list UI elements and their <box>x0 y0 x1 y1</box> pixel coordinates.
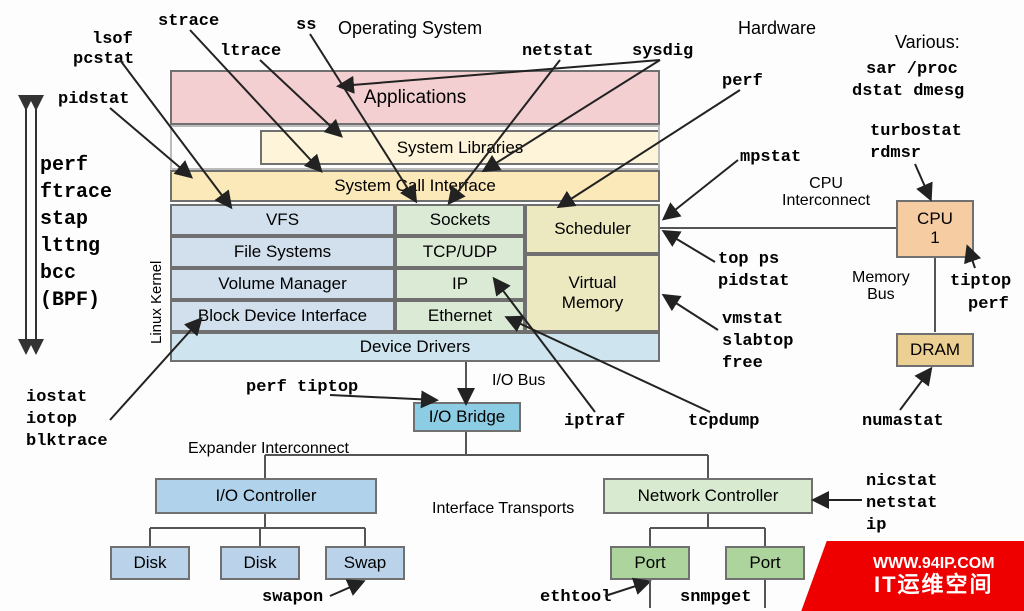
watermark-site: WWW.94IP.COM <box>873 555 995 573</box>
tool-strace: strace <box>158 12 219 31</box>
tcp-udp: TCP/UDP <box>395 236 525 268</box>
io-bus: I/O Bus <box>492 372 545 390</box>
watermark-cn: IT运维空间 <box>873 573 995 597</box>
os-heading: Operating System <box>338 18 482 39</box>
tool-tiptop: tiptop <box>950 272 1011 291</box>
tool-slabtop: slabtop <box>722 332 793 351</box>
tool-tcpdump: tcpdump <box>688 412 759 431</box>
network-controller: Network Controller <box>603 478 813 514</box>
applications-layer: Applications <box>170 70 660 125</box>
tool-perf-tiptop: perf tiptop <box>246 378 358 397</box>
tool-ethtool: ethtool <box>540 588 611 607</box>
vfs: VFS <box>170 204 395 236</box>
virtual-memory: Virtual Memory <box>525 254 660 332</box>
tool-top-ps: top ps <box>718 250 779 269</box>
scheduler: Scheduler <box>525 204 660 254</box>
tool-ss: ss <box>296 16 316 35</box>
io-bridge: I/O Bridge <box>413 402 521 432</box>
tool-ip2: ip <box>866 516 886 535</box>
port-2: Port <box>725 546 805 580</box>
interface-transports: Interface Transports <box>432 500 574 518</box>
tool-vmstat: vmstat <box>722 310 783 329</box>
hardware-heading: Hardware <box>738 18 816 39</box>
tool-perf2: perf <box>968 295 1009 314</box>
tool-snmpget: snmpget <box>680 588 751 607</box>
tool-swapon: swapon <box>262 588 323 607</box>
tool-numastat: numastat <box>862 412 944 431</box>
dram-box: DRAM <box>896 333 974 367</box>
tool-free: free <box>722 354 763 373</box>
ethernet: Ethernet <box>395 300 525 332</box>
tool-iotop: iotop <box>26 410 77 429</box>
tool-iptraf: iptraf <box>564 412 625 431</box>
tool-dstat-dmesg: dstat dmesg <box>852 82 964 101</box>
tool-blktrace: blktrace <box>26 432 108 451</box>
tool-pcstat: pcstat <box>73 50 134 69</box>
cpu-box: CPU 1 <box>896 200 974 258</box>
sockets: Sockets <box>395 204 525 236</box>
tool-turbostat: turbostat <box>870 122 962 141</box>
cpu-interconnect: CPU Interconnect <box>782 176 870 210</box>
tool-sysdig: sysdig <box>632 42 693 61</box>
syslib-outer <box>170 125 660 170</box>
tool-group: perf ftrace stap lttng bcc (BPF) <box>40 152 112 314</box>
expander: Expander Interconnect <box>188 440 349 458</box>
device-drivers: Device Drivers <box>170 332 660 362</box>
swap: Swap <box>325 546 405 580</box>
disk-2: Disk <box>220 546 300 580</box>
tool-pidstat2: pidstat <box>718 272 789 291</box>
tool-sar-proc: sar /proc <box>866 60 958 79</box>
memory-bus: Memory Bus <box>852 270 910 304</box>
tool-mpstat: mpstat <box>740 148 801 167</box>
tool-iostat: iostat <box>26 388 87 407</box>
volume-manager: Volume Manager <box>170 268 395 300</box>
tool-netstat: netstat <box>522 42 593 61</box>
io-controller: I/O Controller <box>155 478 377 514</box>
tool-ltrace: ltrace <box>220 42 281 61</box>
tool-lsof: lsof <box>92 30 133 49</box>
linux-kernel-label: Linux Kernel <box>148 204 165 344</box>
syscall-interface: System Call Interface <box>170 170 660 202</box>
ip: IP <box>395 268 525 300</box>
file-systems: File Systems <box>170 236 395 268</box>
port-1: Port <box>610 546 690 580</box>
block-device: Block Device Interface <box>170 300 395 332</box>
tool-nicstat: nicstat <box>866 472 937 491</box>
various-heading: Various: <box>895 32 960 53</box>
tool-pidstat: pidstat <box>58 90 129 109</box>
tool-perf: perf <box>722 72 763 91</box>
tool-netstat2: netstat <box>866 494 937 513</box>
tool-rdmsr: rdmsr <box>870 144 921 163</box>
disk-1: Disk <box>110 546 190 580</box>
watermark: WWW.94IP.COM IT运维空间 <box>801 541 1024 611</box>
